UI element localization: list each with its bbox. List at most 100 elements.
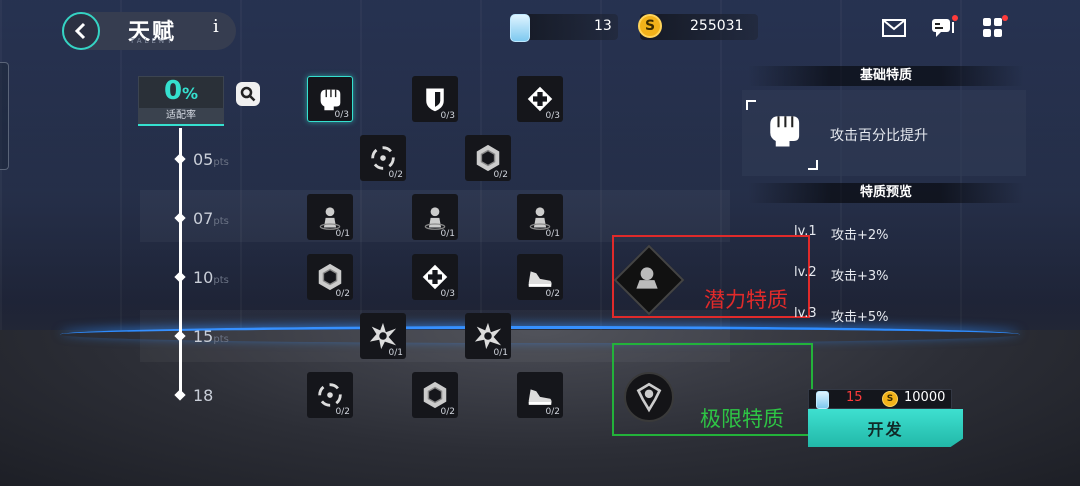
notification-dot bbox=[1002, 15, 1008, 21]
crystal-icon bbox=[510, 14, 530, 42]
talent-tile[interactable]: 0/2 bbox=[517, 372, 563, 418]
tile-progress: 0/1 bbox=[493, 348, 508, 358]
tile-progress: 0/1 bbox=[545, 229, 560, 239]
level-effect: 攻击+2% bbox=[831, 228, 889, 243]
figure-icon bbox=[421, 203, 449, 231]
tile-progress: 0/3 bbox=[545, 111, 560, 121]
crystal-icon bbox=[816, 391, 829, 409]
gold-cost: 10000 bbox=[904, 390, 946, 405]
talent-tile[interactable]: 0/1 bbox=[360, 313, 406, 359]
timeline-value: 15 bbox=[193, 327, 214, 346]
timeline-unit: pts bbox=[213, 216, 229, 227]
figure-icon bbox=[526, 203, 554, 231]
cross-icon bbox=[526, 85, 554, 113]
talent-tile[interactable]: 0/2 bbox=[360, 135, 406, 181]
shoe-icon bbox=[525, 380, 555, 410]
tile-progress: 0/2 bbox=[440, 407, 455, 417]
tile-progress: 0/2 bbox=[493, 170, 508, 180]
gold-count: 255031 bbox=[690, 18, 744, 34]
tile-progress: 0/1 bbox=[440, 229, 455, 239]
hexagon-icon bbox=[315, 262, 345, 292]
fit-rate-number: 0 bbox=[163, 76, 183, 106]
figure-icon bbox=[316, 203, 344, 231]
tile-progress: 0/2 bbox=[388, 170, 403, 180]
cross-icon bbox=[421, 263, 449, 291]
tile-progress: 0/3 bbox=[440, 111, 455, 121]
timeline-unit: pts bbox=[213, 157, 229, 168]
points-timeline bbox=[179, 128, 182, 398]
hexagon-icon bbox=[473, 143, 503, 173]
fit-rate-underline bbox=[138, 124, 224, 126]
level-label: lv.1 bbox=[794, 224, 817, 239]
talent-tile-attack[interactable]: 0/3 bbox=[307, 76, 353, 122]
back-button[interactable] bbox=[62, 12, 100, 50]
timeline-unit: pts bbox=[213, 275, 229, 286]
gold-coin-icon: S bbox=[882, 391, 898, 407]
fit-rate-unit: % bbox=[182, 84, 199, 103]
side-drawer-tab[interactable] bbox=[0, 62, 9, 170]
tile-progress: 0/2 bbox=[545, 407, 560, 417]
tile-progress: 0/2 bbox=[545, 289, 560, 299]
fist-icon bbox=[762, 108, 806, 152]
talent-tile-defense[interactable]: 0/3 bbox=[412, 76, 458, 122]
tile-progress: 0/1 bbox=[335, 229, 350, 239]
mail-button[interactable] bbox=[881, 17, 907, 39]
notification-dot bbox=[952, 15, 958, 21]
level-label: lv.3 bbox=[794, 306, 817, 321]
shoe-icon bbox=[525, 262, 555, 292]
potential-trait-annotation: 潜力特质 bbox=[704, 288, 788, 312]
timeline-label: 07pts bbox=[193, 209, 229, 228]
talent-tile[interactable]: 0/2 bbox=[465, 135, 511, 181]
basic-trait-description: 攻击百分比提升 bbox=[830, 128, 928, 144]
target-icon bbox=[315, 380, 345, 410]
talent-tile[interactable]: 0/1 bbox=[307, 194, 353, 240]
tile-progress: 0/2 bbox=[335, 407, 350, 417]
shield-icon bbox=[421, 85, 449, 113]
timeline-label: 10pts bbox=[193, 268, 229, 287]
crystal-cost: 15 bbox=[846, 390, 863, 405]
trait-preview-heading: 特质预览 bbox=[748, 183, 1024, 203]
talent-tile[interactable]: 0/2 bbox=[412, 372, 458, 418]
timeline-value: 07 bbox=[193, 209, 214, 228]
level-effect: 攻击+5% bbox=[831, 310, 889, 325]
talent-tile[interactable]: 0/1 bbox=[465, 313, 511, 359]
tile-progress: 0/2 bbox=[335, 289, 350, 299]
chat-icon bbox=[932, 19, 954, 37]
timeline-unit: pts bbox=[213, 334, 229, 345]
fit-rate-value: 0% bbox=[138, 76, 224, 106]
basic-trait-heading: 基础特质 bbox=[748, 66, 1024, 86]
gold-coin-icon: S bbox=[638, 14, 662, 38]
level-effect: 攻击+3% bbox=[831, 269, 889, 284]
chevron-left-icon bbox=[74, 22, 86, 40]
search-button[interactable] bbox=[236, 82, 260, 106]
menu-button[interactable] bbox=[980, 15, 1008, 39]
level-label: lv.2 bbox=[794, 265, 817, 280]
target-icon bbox=[368, 143, 398, 173]
grid-menu-icon bbox=[983, 18, 1002, 37]
talent-tile[interactable]: 0/1 bbox=[517, 194, 563, 240]
tile-progress: 0/3 bbox=[440, 289, 455, 299]
crystal-count: 13 bbox=[594, 18, 612, 34]
fit-rate-label: 适配率 bbox=[138, 108, 224, 124]
talent-tile[interactable]: 0/2 bbox=[517, 254, 563, 300]
timeline-value: 10 bbox=[193, 268, 214, 287]
info-icon[interactable]: i bbox=[213, 16, 219, 37]
talent-tile[interactable]: 0/2 bbox=[307, 254, 353, 300]
chat-button[interactable] bbox=[930, 15, 958, 39]
timeline-label: 15pts bbox=[193, 327, 229, 346]
timeline-label: 18 bbox=[193, 386, 213, 405]
corner-bracket bbox=[746, 100, 756, 110]
corner-bracket bbox=[808, 160, 818, 170]
tile-progress: 0/3 bbox=[334, 110, 349, 120]
talent-tile-health[interactable]: 0/3 bbox=[517, 76, 563, 122]
timeline-label: 05pts bbox=[193, 150, 229, 169]
timeline-value: 18 bbox=[193, 386, 214, 405]
tile-progress: 0/1 bbox=[388, 348, 403, 358]
talent-tile[interactable]: 0/1 bbox=[412, 194, 458, 240]
develop-button[interactable]: 开发 bbox=[808, 409, 963, 447]
search-icon bbox=[240, 86, 256, 102]
timeline-value: 05 bbox=[193, 150, 214, 169]
talent-tile[interactable]: 0/2 bbox=[307, 372, 353, 418]
page-subtitle: TALENT bbox=[130, 37, 175, 45]
talent-tile[interactable]: 0/3 bbox=[412, 254, 458, 300]
